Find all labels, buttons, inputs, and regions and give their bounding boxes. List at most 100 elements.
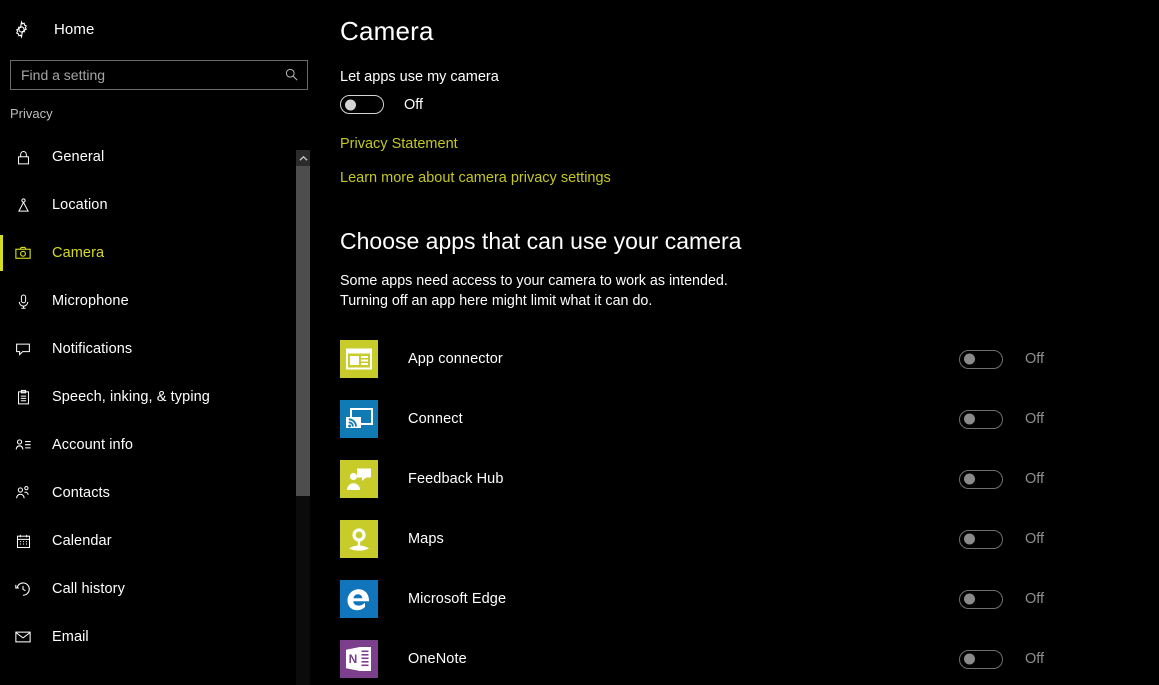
gear-icon — [12, 19, 36, 39]
sidebar-item-label: General — [52, 149, 105, 165]
master-toggle-label: Let apps use my camera — [340, 69, 499, 85]
onenote-icon: N — [340, 640, 378, 678]
sidebar-item-notifications[interactable]: Notifications — [0, 325, 318, 373]
sidebar-item-contacts[interactable]: Contacts — [0, 469, 318, 517]
app-toggle-state: Off — [1025, 651, 1045, 667]
sidebar: Home Privacy — [0, 0, 318, 685]
speech-icon — [10, 340, 36, 358]
learn-more-camera-privacy-link[interactable]: Learn more about camera privacy settings — [340, 170, 611, 186]
camera-icon — [10, 244, 36, 262]
feedback-hub-icon — [340, 460, 378, 498]
location-icon — [10, 197, 36, 214]
selection-accent-bar — [0, 427, 3, 463]
app-toggle-wrap: Off — [959, 409, 1159, 429]
contacts-icon — [10, 484, 36, 502]
sidebar-item-calendar[interactable]: Calendar — [0, 517, 318, 565]
selection-accent-bar — [0, 571, 3, 607]
app-toggle-state: Off — [1025, 471, 1045, 487]
search-container — [0, 60, 318, 90]
master-toggle-row: Off — [340, 95, 1159, 114]
sidebar-item-label: Microphone — [52, 293, 129, 309]
toggle-knob — [964, 473, 975, 485]
app-permission-toggle[interactable] — [959, 529, 1003, 549]
sidebar-item-microphone[interactable]: Microphone — [0, 277, 318, 325]
search-icon — [284, 67, 299, 87]
app-permission-list: App connector Off Connect Off Feedback H… — [340, 329, 1159, 685]
selection-accent-bar — [0, 475, 3, 511]
sidebar-item-label: Email — [52, 629, 89, 645]
sidebar-item-speech-inking-typing[interactable]: Speech, inking, & typing — [0, 373, 318, 421]
app-toggle-state: Off — [1025, 411, 1045, 427]
app-toggle-wrap: Off — [959, 349, 1159, 369]
selection-accent-bar — [0, 331, 3, 367]
master-toggle-state: Off — [404, 96, 424, 113]
app-row: Microsoft Edge Off — [340, 569, 1159, 629]
scrollbar-thumb[interactable] — [296, 166, 310, 496]
maps-pin-icon — [340, 520, 378, 558]
sidebar-scrollbar[interactable] — [296, 150, 310, 685]
sidebar-item-email[interactable]: Email — [0, 613, 318, 661]
app-toggle-state: Off — [1025, 351, 1045, 367]
microphone-icon — [10, 293, 36, 310]
app-row: Maps Off — [340, 509, 1159, 569]
app-toggle-state: Off — [1025, 531, 1045, 547]
app-row: App connector Off — [340, 329, 1159, 389]
toggle-knob — [345, 99, 356, 110]
sidebar-item-home[interactable]: Home — [0, 12, 318, 46]
app-name: OneNote — [408, 651, 467, 667]
selection-accent-bar — [0, 619, 3, 655]
selection-accent-bar — [0, 283, 3, 319]
lock-icon — [10, 149, 36, 166]
description-line-2: Turning off an app here might limit what… — [340, 293, 653, 309]
toggle-knob — [964, 353, 975, 365]
app-permission-toggle[interactable] — [959, 649, 1003, 669]
app-permission-toggle[interactable] — [959, 349, 1003, 369]
home-label: Home — [54, 20, 95, 38]
sidebar-item-label: Contacts — [52, 485, 111, 501]
selection-accent-bar — [0, 379, 3, 415]
sidebar-item-label: Account info — [52, 437, 133, 453]
svg-text:N: N — [349, 652, 358, 666]
app-permission-toggle[interactable] — [959, 469, 1003, 489]
app-toggle-wrap: Off — [959, 589, 1159, 609]
choose-apps-heading: Choose apps that can use your camera — [340, 228, 742, 254]
let-apps-use-camera-toggle[interactable] — [340, 95, 384, 114]
app-toggle-wrap: Off — [959, 649, 1159, 669]
clipboard-icon — [10, 389, 36, 406]
history-icon — [10, 580, 36, 598]
app-permission-toggle[interactable] — [959, 409, 1003, 429]
sidebar-item-label: Speech, inking, & typing — [52, 389, 210, 405]
connect-cast-icon — [340, 400, 378, 438]
app-permission-toggle[interactable] — [959, 589, 1003, 609]
search-input[interactable] — [11, 67, 307, 83]
selection-accent-bar — [0, 139, 3, 175]
search-box[interactable] — [10, 60, 308, 90]
app-toggle-wrap: Off — [959, 469, 1159, 489]
sidebar-item-call-history[interactable]: Call history — [0, 565, 318, 613]
sidebar-item-label: Camera — [52, 245, 105, 261]
toggle-knob — [964, 593, 975, 605]
account-icon — [10, 436, 36, 455]
app-row: N OneNote Off — [340, 629, 1159, 685]
toggle-knob — [964, 413, 975, 425]
description-line-1: Some apps need access to your camera to … — [340, 273, 728, 289]
sidebar-item-camera[interactable]: Camera — [0, 229, 318, 277]
sidebar-item-location[interactable]: Location — [0, 181, 318, 229]
selection-accent-bar — [0, 235, 3, 271]
sidebar-item-account-info[interactable]: Account info — [0, 421, 318, 469]
sidebar-item-label: Notifications — [52, 341, 133, 357]
sidebar-item-label: Call history — [52, 581, 125, 597]
toggle-knob — [964, 653, 975, 665]
sidebar-item-label: Calendar — [52, 533, 112, 549]
sidebar-item-general[interactable]: General — [0, 133, 318, 181]
scroll-up-arrow-icon[interactable] — [296, 150, 310, 166]
settings-window: Home Privacy — [0, 0, 1159, 685]
edge-icon — [340, 580, 378, 618]
app-name: Microsoft Edge — [408, 591, 507, 607]
app-row: Connect Off — [340, 389, 1159, 449]
privacy-statement-link[interactable]: Privacy Statement — [340, 136, 458, 152]
selection-accent-bar — [0, 187, 3, 223]
calendar-icon — [10, 533, 36, 550]
app-row: Feedback Hub Off — [340, 449, 1159, 509]
app-connector-icon — [340, 340, 378, 378]
